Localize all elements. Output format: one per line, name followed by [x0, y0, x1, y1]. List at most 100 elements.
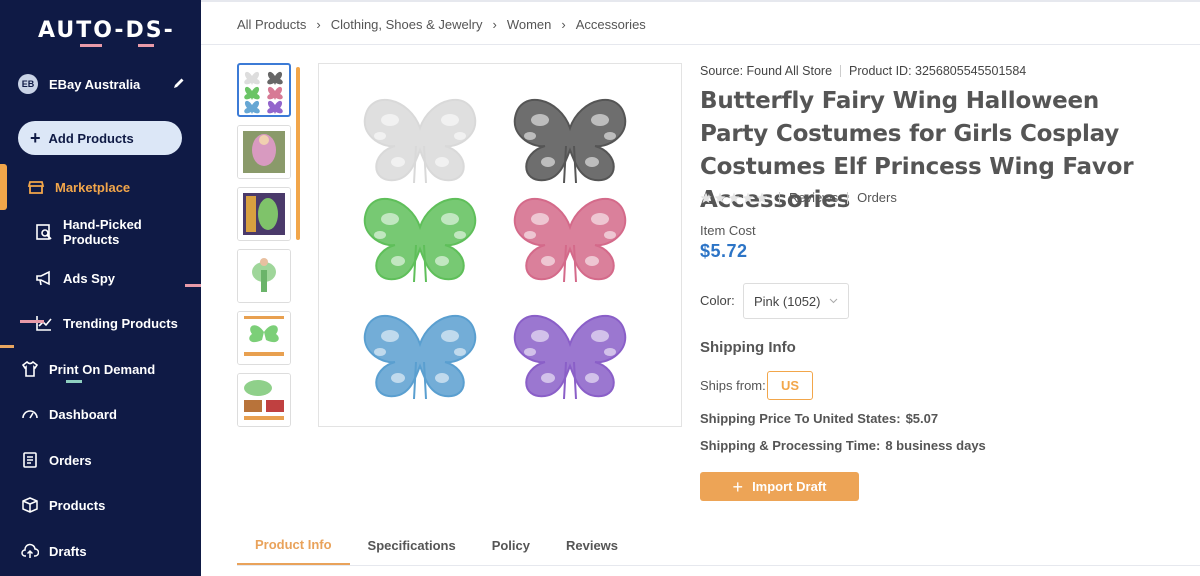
shipping-price-value: $5.07 — [905, 411, 939, 426]
source-label[interactable]: Source: Found All Store — [700, 64, 832, 78]
sidebar-item-label: Ads Spy — [63, 270, 116, 286]
butterfly-wing — [513, 99, 627, 184]
thumbnail-image[interactable] — [237, 125, 291, 179]
ships-from-label: Ships from: — [700, 378, 766, 393]
breadcrumb-item[interactable]: Women — [507, 17, 552, 32]
store-selector[interactable]: EB EBay Australia — [18, 73, 188, 95]
wing-grid-thumbnail-icon — [244, 71, 283, 114]
item-cost-label: Item Cost — [700, 223, 756, 238]
tshirt-icon — [21, 360, 39, 377]
divider — [779, 191, 780, 204]
rating-row: Reviews Orders — [700, 190, 897, 205]
sidebar-item-label: Dashboard — [49, 406, 117, 422]
breadcrumb-item[interactable]: Clothing, Shoes & Jewelry — [331, 17, 483, 32]
color-select-value: Pink (1052) — [754, 293, 821, 309]
photo-thumbnail-icon — [238, 312, 290, 364]
sidebar-item-marketplace[interactable]: Marketplace — [0, 167, 201, 207]
orders-link[interactable]: Orders — [857, 190, 897, 205]
thumbnail-image[interactable] — [237, 311, 291, 365]
star-icon — [742, 192, 754, 203]
butterfly-wing — [363, 198, 477, 283]
star-icon — [700, 192, 712, 203]
gauge-icon — [22, 410, 38, 419]
breadcrumb-divider — [201, 44, 1200, 45]
color-select[interactable]: Pink (1052) — [743, 283, 849, 319]
store-avatar: EB — [18, 74, 38, 94]
star-icon — [756, 192, 768, 203]
sidebar-item-orders[interactable]: Orders — [0, 440, 201, 480]
trending-chart-icon — [36, 316, 52, 331]
thumbnail-scrollbar[interactable] — [296, 67, 300, 240]
sidebar-item-label: Drafts — [49, 543, 87, 559]
photo-thumbnail-icon — [238, 188, 290, 240]
sidebar-item-label: Print On Demand — [49, 361, 156, 377]
shipping-time-row: Shipping & Processing Time: 8 business da… — [700, 438, 986, 453]
chevron-down-icon — [829, 298, 838, 304]
import-draft-button[interactable]: + Import Draft — [700, 472, 859, 501]
store-icon — [27, 181, 45, 194]
divider — [847, 191, 849, 204]
tab-specifications[interactable]: Specifications — [350, 525, 474, 565]
box-icon — [22, 497, 38, 513]
sidebar-item-hand-picked-products[interactable]: Hand-Picked Products — [0, 212, 201, 252]
breadcrumb-item[interactable]: All Products — [237, 17, 306, 32]
autods-logo[interactable]: AUTO-DS- — [38, 18, 175, 43]
breadcrumb-item[interactable]: Accessories — [576, 17, 646, 32]
import-draft-label: Import Draft — [752, 479, 827, 494]
decorative-mark — [0, 345, 14, 348]
color-label: Color: — [700, 293, 735, 308]
sidebar-item-trending-products[interactable]: Trending Products — [0, 303, 201, 343]
breadcrumb: All Products › Clothing, Shoes & Jewelry… — [237, 17, 646, 32]
store-name: EBay Australia — [49, 76, 141, 92]
photo-thumbnail-icon — [238, 374, 290, 426]
thumbnail-image[interactable] — [237, 63, 291, 117]
sidebar-item-ads-spy[interactable]: Ads Spy — [0, 258, 201, 298]
search-list-icon — [36, 224, 52, 240]
logo-accent — [80, 44, 102, 47]
reviews-link[interactable]: Reviews — [789, 190, 838, 205]
chevron-right-icon: › — [561, 17, 566, 32]
shipping-time-label: Shipping & Processing Time: — [700, 438, 881, 453]
decorative-mark — [66, 380, 82, 383]
product-id: Product ID: 3256805545501584 — [849, 64, 1027, 78]
add-products-button[interactable]: + Add Products — [18, 121, 182, 155]
shipping-price-label: Shipping Price To United States: — [700, 411, 901, 426]
sidebar-item-print-on-demand[interactable]: Print On Demand — [0, 349, 201, 389]
decorative-mark — [20, 320, 44, 323]
chevron-right-icon: › — [492, 17, 497, 32]
butterfly-wings-image — [363, 99, 627, 400]
plus-icon: + — [30, 128, 41, 148]
divider — [840, 65, 842, 77]
item-cost-value: $5.72 — [700, 241, 748, 261]
tabs-divider — [237, 565, 1200, 566]
product-tabs: Product Info Specifications Policy Revie… — [237, 525, 636, 567]
thumbnail-image[interactable] — [237, 249, 291, 303]
ships-from-us-option[interactable]: US — [767, 371, 813, 400]
document-icon — [23, 452, 37, 468]
main-product-image[interactable] — [318, 63, 682, 427]
butterfly-wing — [363, 99, 477, 184]
sidebar-item-drafts[interactable]: Drafts — [0, 531, 201, 571]
butterfly-wing — [363, 315, 477, 400]
logo-accent — [138, 44, 154, 47]
tab-policy[interactable]: Policy — [474, 525, 548, 565]
sidebar-item-label: Orders — [49, 452, 92, 468]
sidebar-item-label: Products — [49, 497, 106, 513]
plus-icon: + — [732, 476, 744, 497]
top-border — [201, 0, 1200, 2]
sidebar-item-dashboard[interactable]: Dashboard — [0, 394, 201, 434]
photo-thumbnail-icon — [238, 250, 290, 302]
star-icon — [728, 192, 740, 203]
butterfly-wing — [513, 198, 627, 283]
sidebar-item-label: Hand-Picked Products — [63, 217, 142, 247]
shipping-heading: Shipping Info — [700, 339, 796, 356]
tab-product-info[interactable]: Product Info — [237, 525, 350, 566]
megaphone-icon — [36, 270, 50, 286]
tab-reviews[interactable]: Reviews — [548, 525, 636, 565]
pencil-icon[interactable] — [172, 76, 186, 90]
add-products-label: Add Products — [48, 130, 134, 146]
sidebar-item-products[interactable]: Products — [0, 485, 201, 525]
thumbnail-image[interactable] — [237, 373, 291, 427]
sidebar-item-label: Marketplace — [55, 179, 131, 195]
thumbnail-image[interactable] — [237, 187, 291, 241]
